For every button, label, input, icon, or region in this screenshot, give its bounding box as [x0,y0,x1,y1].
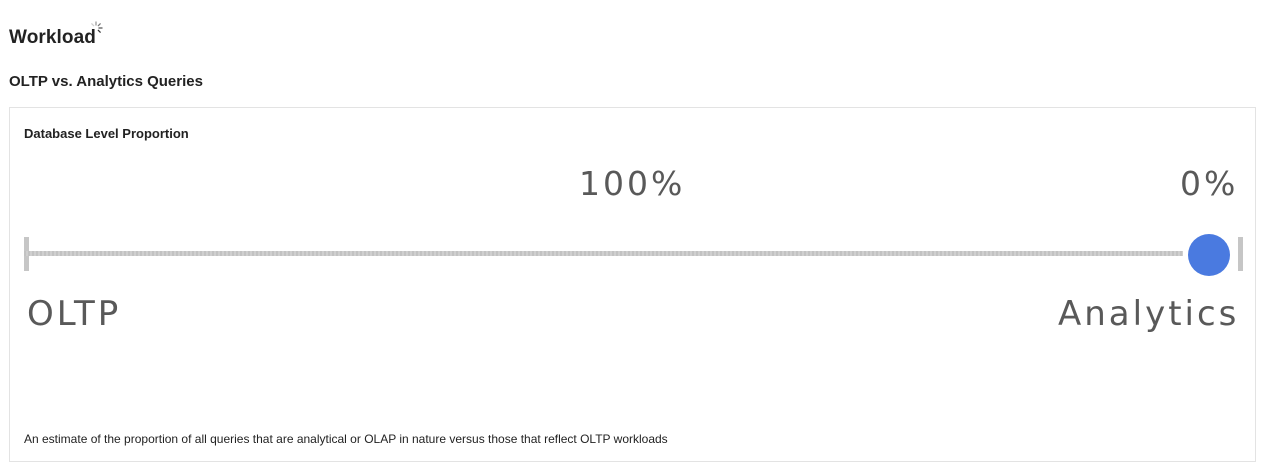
slider-track[interactable] [24,251,1183,256]
loading-spinner-icon [91,21,103,33]
slider-right-cap [1238,237,1243,271]
workload-page: Workload OLTP vs. Analytics Queries Data… [0,0,1265,469]
section-title: OLTP vs. Analytics Queries [9,73,203,90]
oltp-percent: 100% [579,164,686,203]
slider-thumb[interactable] [1188,234,1230,276]
card-title: Database Level Proportion [24,126,189,141]
page-title: Workload [9,27,97,48]
analytics-label: Analytics [1058,294,1240,334]
oltp-label: OLTP [27,294,122,334]
analytics-percent: 0% [1180,164,1239,203]
proportion-slider[interactable] [24,234,1244,276]
footnote: An estimate of the proportion of all que… [24,432,668,446]
proportion-card: Database Level Proportion 100% 0% OLTP A… [9,107,1256,462]
